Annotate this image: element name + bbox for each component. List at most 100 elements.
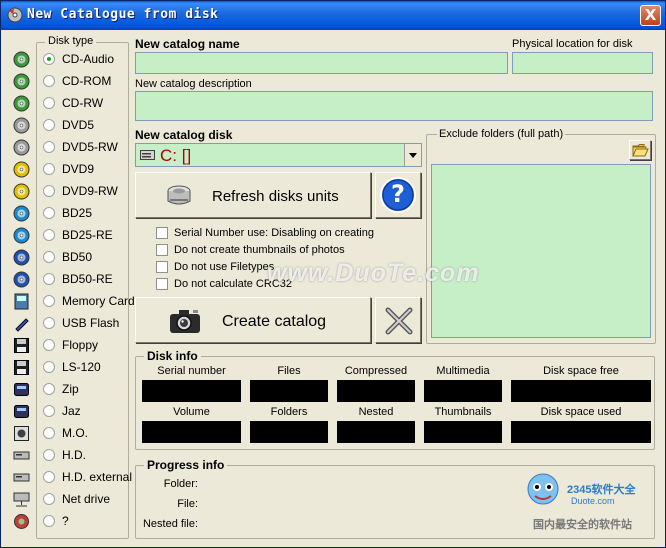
radio-button[interactable] [43, 339, 55, 351]
radio-button[interactable] [43, 295, 55, 307]
disk-type-option-21[interactable]: ? [43, 512, 69, 530]
radio-button[interactable] [43, 119, 55, 131]
physical-location-input[interactable] [513, 53, 652, 73]
mascot-logo-icon [527, 473, 559, 505]
disk-type-option-9[interactable]: BD50 [43, 248, 92, 266]
disk-type-option-14[interactable]: LS-120 [43, 358, 101, 376]
memory-card-icon [14, 293, 29, 310]
disk-type-option-15[interactable]: Zip [43, 380, 79, 398]
chevron-down-icon[interactable] [404, 144, 421, 166]
radio-button[interactable] [43, 383, 55, 395]
disk-type-option-10[interactable]: BD50-RE [43, 270, 113, 288]
option-checkbox[interactable] [156, 244, 168, 256]
radio-button[interactable] [43, 207, 55, 219]
disk-type-option-20[interactable]: Net drive [43, 490, 110, 508]
disk-info-value-row1-4 [511, 380, 651, 402]
disk-type-option-label: DVD5 [62, 118, 95, 132]
option-row-1[interactable]: Do not create thumbnails of photos [156, 242, 345, 258]
disk-info-label-row2-3: Thumbnails [434, 406, 492, 418]
radio-button[interactable] [43, 493, 55, 505]
radio-button[interactable] [43, 273, 55, 285]
disk-type-option-label: M.O. [62, 426, 88, 440]
refresh-disks-label: Refresh disks units [212, 188, 339, 205]
disk-type-option-0[interactable]: CD-Audio [43, 50, 114, 68]
radio-button[interactable] [43, 427, 55, 439]
radio-button[interactable] [43, 185, 55, 197]
option-checkbox[interactable] [156, 278, 168, 290]
disk-type-option-11[interactable]: Memory Card [43, 292, 135, 310]
disk-type-option-18[interactable]: H.D. [43, 446, 86, 464]
catalog-disk-select[interactable]: C: [] [135, 143, 422, 167]
disk-type-option-label: CD-Audio [62, 52, 115, 66]
option-checkbox[interactable] [156, 261, 168, 273]
disk-type-option-5[interactable]: DVD9 [43, 160, 94, 178]
disk-type-option-2[interactable]: CD-RW [43, 94, 103, 112]
watermark-brand-sub: Duote.com [571, 496, 615, 506]
refresh-disks-button[interactable]: Refresh disks units [135, 172, 371, 218]
catalog-name-input[interactable] [136, 53, 507, 73]
create-catalog-label: Create catalog [222, 313, 327, 330]
radio-button[interactable] [43, 97, 55, 109]
disk-type-option-1[interactable]: CD-ROM [43, 72, 111, 90]
cd-audio-icon [13, 51, 30, 68]
radio-button[interactable] [43, 405, 55, 417]
disk-type-option-7[interactable]: BD25 [43, 204, 92, 222]
radio-button[interactable] [43, 471, 55, 483]
exclude-folders-list[interactable] [431, 164, 651, 338]
disk-type-option-label: DVD9 [62, 162, 95, 176]
radio-button[interactable] [43, 229, 55, 241]
radio-button[interactable] [43, 449, 55, 461]
disk-info-label-row2-0: Volume [173, 406, 210, 418]
radio-button[interactable] [43, 141, 55, 153]
radio-button[interactable] [43, 75, 55, 87]
camera-icon [170, 310, 200, 333]
disk-type-option-13[interactable]: Floppy [43, 336, 98, 354]
browse-folder-button[interactable] [629, 140, 651, 160]
option-row-2[interactable]: Do not use Filetypes [156, 259, 274, 275]
disk-type-option-19[interactable]: H.D. external [43, 468, 132, 486]
option-row-0[interactable]: Serial Number use: Disabling on creating [156, 225, 374, 241]
disk-info-value-row2-3 [424, 421, 502, 443]
close-button[interactable]: X [640, 5, 661, 26]
bd50-icon [13, 249, 30, 266]
catalog-description-input[interactable] [136, 92, 652, 120]
catalog-name-field[interactable] [135, 52, 508, 74]
disk-type-option-16[interactable]: Jaz [43, 402, 81, 420]
disk-info-label-row2-1: Folders [270, 406, 308, 418]
disk-type-option-label: H.D. [62, 448, 86, 462]
catalog-description-label: New catalog description [135, 78, 252, 90]
exclude-folders-label: Exclude folders (full path) [437, 128, 566, 140]
disk-info-label-row1-2: Compressed [344, 365, 408, 377]
disk-info-label-row2-2: Nested [358, 406, 394, 418]
disk-type-option-3[interactable]: DVD5 [43, 116, 94, 134]
mo-drive-icon [14, 426, 29, 441]
drive-icon [140, 150, 155, 160]
app-icon [7, 7, 23, 23]
radio-button[interactable] [43, 53, 55, 65]
radio-button[interactable] [43, 163, 55, 175]
create-catalog-button[interactable]: Create catalog [135, 297, 371, 343]
option-checkbox[interactable] [156, 227, 168, 239]
disk-type-option-label: ? [62, 514, 69, 528]
disk-type-option-17[interactable]: M.O. [43, 424, 88, 442]
catalog-description-field[interactable] [135, 91, 653, 121]
radio-button[interactable] [43, 317, 55, 329]
radio-button[interactable] [43, 251, 55, 263]
radio-button[interactable] [43, 515, 55, 527]
option-label: Do not create thumbnails of photos [174, 244, 345, 256]
help-button[interactable]: ? [375, 172, 421, 218]
disk-type-option-12[interactable]: USB Flash [43, 314, 119, 332]
disk-type-option-label: Memory Card [62, 294, 135, 308]
disk-type-option-8[interactable]: BD25-RE [43, 226, 113, 244]
disk-type-option-label: CD-ROM [62, 74, 112, 88]
disk-type-option-6[interactable]: DVD9-RW [43, 182, 118, 200]
radio-button[interactable] [43, 361, 55, 373]
title-bar[interactable]: New Catalogue from disk X [1, 1, 665, 30]
bd50-re-icon [13, 271, 30, 288]
physical-location-field[interactable] [512, 52, 653, 74]
disk-type-label: Disk type [45, 35, 97, 47]
cancel-button[interactable] [375, 297, 421, 343]
bd25-re-icon [13, 227, 30, 244]
disk-type-option-4[interactable]: DVD5-RW [43, 138, 118, 156]
dvd5-rw-icon [13, 139, 30, 156]
